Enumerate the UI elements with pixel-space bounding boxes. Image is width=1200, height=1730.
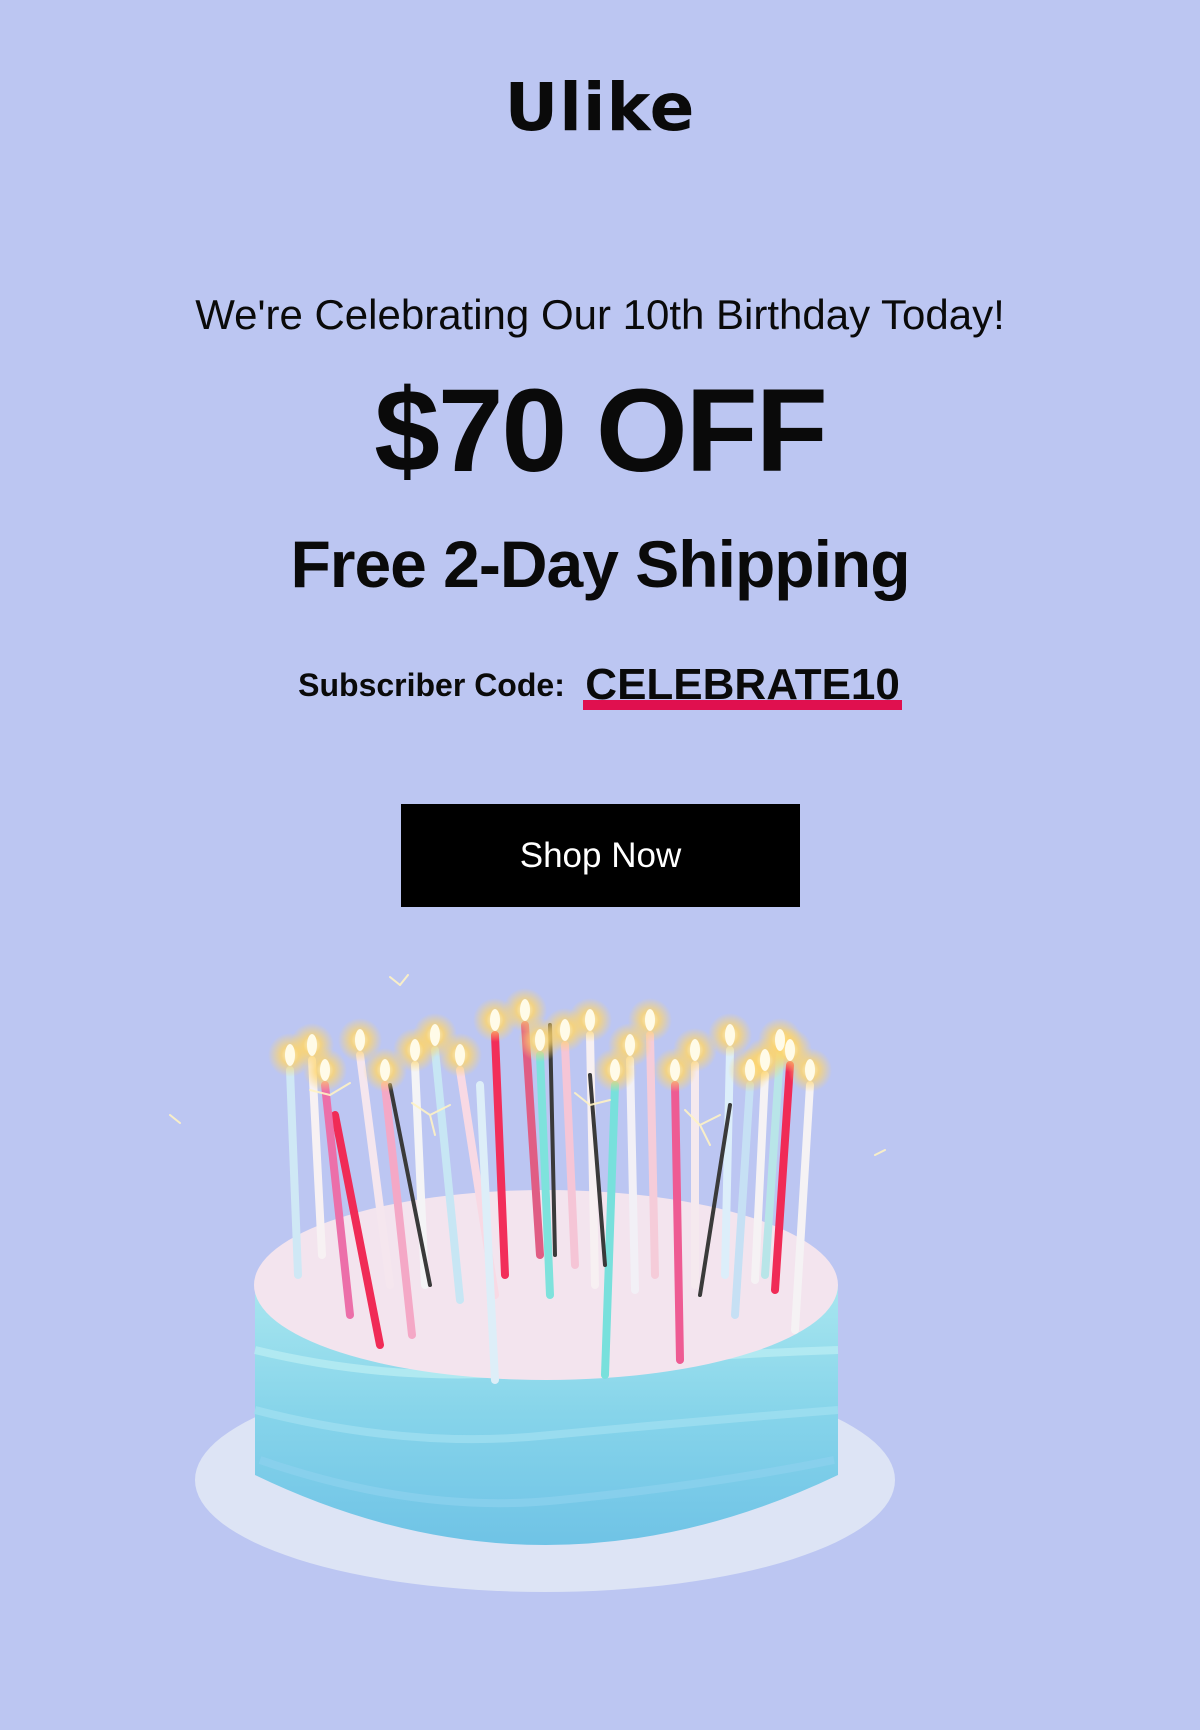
subscriber-code-label: Subscriber Code: [298,666,565,703]
subscriber-code-value: CELEBRATE10 [583,660,902,710]
subscriber-code-text: CELEBRATE10 [585,660,900,709]
birthday-cake-image[interactable] [150,955,950,1655]
shop-now-button[interactable]: Shop Now [401,804,800,907]
shipping-offer: Free 2-Day Shipping [290,527,910,601]
brand-logo[interactable]: Ulike [0,68,1200,148]
promo-headline: We're Celebrating Our 10th Birthday Toda… [195,291,1005,338]
cake-illustration [169,974,895,1592]
subscriber-code-row: Subscriber Code: CELEBRATE10 [0,660,1200,710]
discount-offer: $70 OFF [374,365,828,497]
